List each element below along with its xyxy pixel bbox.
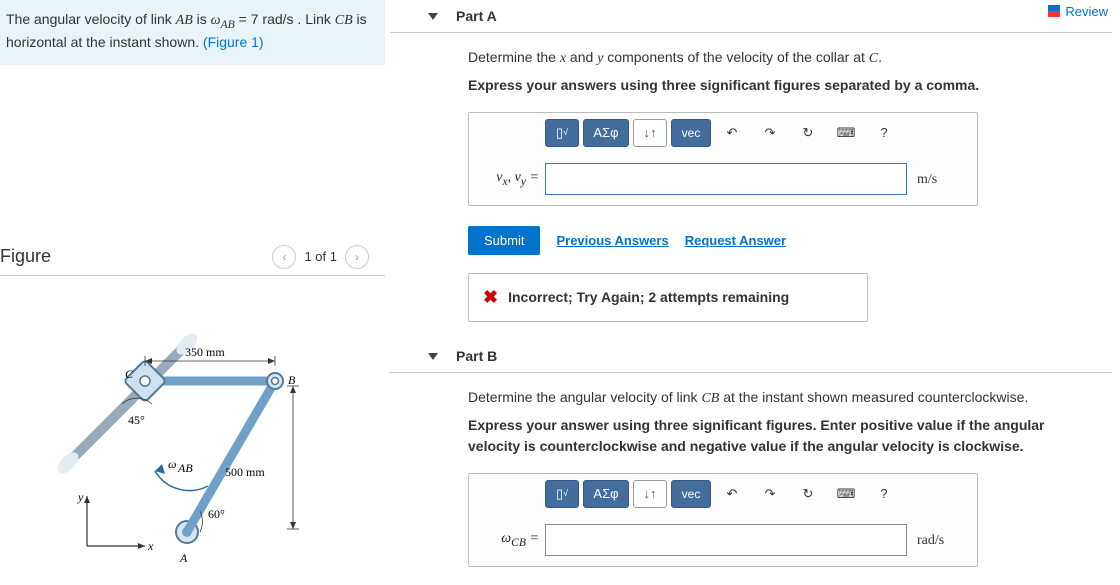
svg-text:500 mm: 500 mm	[225, 465, 265, 479]
part-a-var-label: vx, vy =	[479, 167, 539, 190]
submit-button-a[interactable]: Submit	[468, 226, 540, 255]
svg-text:A: A	[179, 551, 188, 565]
request-answer-link-a[interactable]: Request Answer	[685, 231, 786, 251]
part-b-header[interactable]: Part B	[390, 340, 1112, 373]
figure-ref-link[interactable]: (Figure 1)	[203, 34, 264, 50]
keyboard-button[interactable]: ⌨	[829, 480, 863, 508]
svg-text:350 mm: 350 mm	[185, 345, 225, 359]
redo-button[interactable]: ↷	[753, 119, 787, 147]
part-b-answer-input[interactable]	[545, 524, 907, 556]
greek-button[interactable]: ΑΣφ	[583, 480, 629, 508]
caret-down-icon	[428, 353, 438, 360]
vec-button[interactable]: vec	[671, 480, 711, 508]
vec-button[interactable]: vec	[671, 119, 711, 147]
toolbar-a: ▯√ ΑΣφ ↓↑ vec ↶ ↷ ↻ ⌨ ?	[469, 113, 977, 153]
feedback-box: ✖ Incorrect; Try Again; 2 attempts remai…	[468, 273, 868, 322]
figure-header: Figure ‹ 1 of 1 ›	[0, 245, 385, 276]
part-b-instructions: Express your answer using three signific…	[468, 415, 1084, 457]
svg-text:y: y	[77, 490, 84, 504]
part-a: Part A Determine the x and y components …	[390, 0, 1112, 340]
arrows-button[interactable]: ↓↑	[633, 119, 667, 147]
fig-page-indicator: 1 of 1	[304, 249, 337, 264]
svg-text:AB: AB	[177, 461, 193, 475]
figure-title: Figure	[0, 246, 272, 267]
part-b-title: Part B	[456, 348, 497, 364]
svg-text:x: x	[147, 539, 154, 553]
undo-button[interactable]: ↶	[715, 119, 749, 147]
svg-text:60°: 60°	[208, 507, 225, 521]
incorrect-icon: ✖	[483, 284, 498, 311]
help-button[interactable]: ?	[867, 480, 901, 508]
svg-text:B: B	[288, 373, 296, 387]
fig-next-button[interactable]: ›	[345, 245, 369, 269]
keyboard-button[interactable]: ⌨	[829, 119, 863, 147]
part-b: Part B Determine the angular velocity of…	[390, 340, 1112, 585]
part-a-header[interactable]: Part A	[390, 0, 1112, 33]
previous-answers-link-a[interactable]: Previous Answers	[556, 231, 668, 251]
part-a-title: Part A	[456, 8, 497, 24]
templates-button[interactable]: ▯√	[545, 119, 579, 147]
part-b-prompt: Determine the angular velocity of link C…	[468, 387, 1084, 409]
svg-text:C: C	[125, 367, 134, 381]
svg-text:ω: ω	[168, 457, 176, 471]
part-a-unit: m/s	[917, 169, 967, 190]
part-b-input-box: ▯√ ΑΣφ ↓↑ vec ↶ ↷ ↻ ⌨ ? ωCB =	[468, 473, 978, 567]
right-panel: Part A Determine the x and y components …	[390, 0, 1120, 583]
part-b-unit: rad/s	[917, 530, 967, 551]
figure-image: x y A C B	[50, 286, 360, 566]
undo-button[interactable]: ↶	[715, 480, 749, 508]
fig-prev-button[interactable]: ‹	[272, 245, 296, 269]
part-a-input-box: ▯√ ΑΣφ ↓↑ vec ↶ ↷ ↻ ⌨ ? vx, vy =	[468, 112, 978, 206]
redo-button[interactable]: ↷	[753, 480, 787, 508]
reset-button[interactable]: ↻	[791, 480, 825, 508]
part-b-var-label: ωCB =	[479, 528, 539, 551]
part-a-prompt: Determine the x and y components of the …	[468, 47, 1084, 69]
part-a-answer-input[interactable]	[545, 163, 907, 195]
svg-text:45°: 45°	[128, 413, 145, 427]
greek-button[interactable]: ΑΣφ	[583, 119, 629, 147]
templates-button[interactable]: ▯√	[545, 480, 579, 508]
part-a-instructions: Express your answers using three signifi…	[468, 75, 1084, 96]
arrows-button[interactable]: ↓↑	[633, 480, 667, 508]
reset-button[interactable]: ↻	[791, 119, 825, 147]
help-button[interactable]: ?	[867, 119, 901, 147]
toolbar-b: ▯√ ΑΣφ ↓↑ vec ↶ ↷ ↻ ⌨ ?	[469, 474, 977, 514]
feedback-text: Incorrect; Try Again; 2 attempts remaini…	[508, 287, 789, 308]
caret-down-icon	[428, 13, 438, 20]
problem-statement: The angular velocity of link AB is ωAB =…	[0, 0, 385, 65]
left-panel: The angular velocity of link AB is ωAB =…	[0, 0, 390, 583]
